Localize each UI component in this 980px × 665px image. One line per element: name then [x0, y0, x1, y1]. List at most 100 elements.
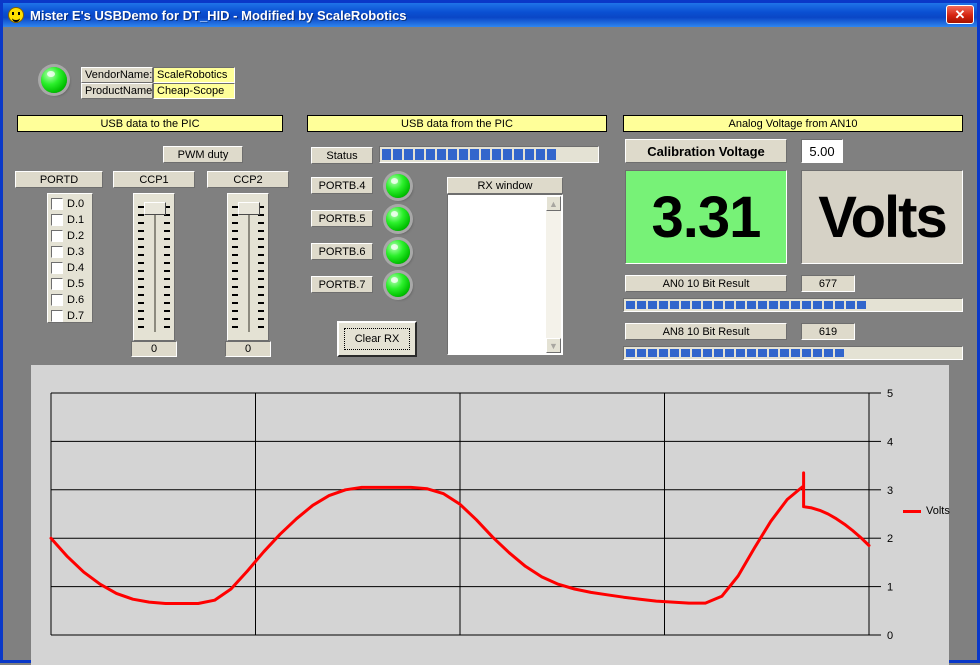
an0-progress-bar	[623, 298, 963, 312]
ccp2-label: CCP2	[207, 171, 289, 188]
progress-chunk	[637, 349, 646, 357]
slider-ticks-left	[138, 206, 144, 334]
progress-chunk	[791, 301, 800, 309]
progress-chunk	[780, 301, 789, 309]
portb4-led	[386, 174, 410, 198]
checkbox-label: D.3	[67, 246, 84, 258]
portb5-led	[386, 207, 410, 231]
checkbox-d0[interactable]	[51, 198, 63, 210]
progress-chunk	[758, 349, 767, 357]
checkbox-d2[interactable]	[51, 230, 63, 242]
voltage-readout: 3.31	[625, 170, 787, 264]
rx-scrollbar[interactable]: ▲ ▼	[546, 196, 561, 353]
rx-window-textarea[interactable]: ▲ ▼	[447, 194, 563, 355]
progress-chunk	[791, 349, 800, 357]
pwm-duty-label: PWM duty	[163, 146, 243, 163]
chart-y-tick-label: 0	[887, 630, 893, 642]
progress-chunk	[714, 349, 723, 357]
progress-chunk	[725, 301, 734, 309]
progress-chunk	[426, 149, 435, 160]
ccp2-slider[interactable]	[227, 193, 269, 341]
list-item[interactable]: D.2	[48, 228, 92, 244]
chart-y-tick-label: 3	[887, 485, 893, 497]
checkbox-d6[interactable]	[51, 294, 63, 306]
progress-chunk	[670, 301, 679, 309]
ccp1-value: 0	[131, 341, 177, 357]
checkbox-d3[interactable]	[51, 246, 63, 258]
ccp1-slider[interactable]	[133, 193, 175, 341]
progress-chunk	[824, 301, 833, 309]
clear-rx-button[interactable]: Clear RX	[337, 321, 417, 357]
status-label: Status	[311, 147, 373, 164]
progress-chunk	[758, 301, 767, 309]
legend-label: Volts	[926, 505, 950, 517]
progress-chunk	[514, 149, 523, 160]
progress-chunk	[659, 301, 668, 309]
vendor-name-value: ScaleRobotics	[153, 67, 235, 83]
list-item[interactable]: D.5	[48, 276, 92, 292]
app-window: Mister E's USBDemo for DT_HID - Modified…	[0, 0, 980, 663]
slider-thumb[interactable]	[238, 202, 260, 215]
progress-chunk	[637, 301, 646, 309]
list-item[interactable]: D.7	[48, 308, 92, 324]
list-item[interactable]: D.3	[48, 244, 92, 260]
checkbox-d7[interactable]	[51, 310, 63, 322]
progress-chunk	[659, 349, 668, 357]
checkbox-label: D.2	[67, 230, 84, 242]
status-progress-bar	[379, 146, 599, 163]
portd-checkbox-group: D.0 D.1 D.2 D.3 D.4 D.5	[47, 193, 93, 323]
list-item[interactable]: D.4	[48, 260, 92, 276]
clear-rx-label: Clear RX	[344, 328, 411, 350]
progress-chunk	[648, 301, 657, 309]
an0-result-label: AN0 10 Bit Result	[625, 275, 787, 292]
portb7-led	[386, 273, 410, 297]
title-bar: Mister E's USBDemo for DT_HID - Modified…	[3, 3, 977, 27]
list-item[interactable]: D.0	[48, 196, 92, 212]
checkbox-d4[interactable]	[51, 262, 63, 274]
progress-chunk	[382, 149, 391, 160]
checkbox-label: D.4	[67, 262, 84, 274]
voltage-units-label: Volts	[801, 170, 963, 264]
an8-result-label: AN8 10 Bit Result	[625, 323, 787, 340]
portb6-led	[386, 240, 410, 264]
progress-chunk	[525, 149, 534, 160]
chevron-up-icon[interactable]: ▲	[546, 196, 561, 211]
an8-progress-bar	[623, 346, 963, 360]
progress-chunk	[681, 301, 690, 309]
progress-chunk	[626, 301, 635, 309]
checkbox-label: D.5	[67, 278, 84, 290]
client-area: VendorName: ScaleRobotics ProductName: C…	[3, 27, 977, 660]
legend-swatch	[903, 510, 921, 513]
slider-thumb[interactable]	[144, 202, 166, 215]
checkbox-label: D.0	[67, 198, 84, 210]
an0-progress-fill	[626, 301, 960, 309]
chart-y-tick-label: 1	[887, 582, 893, 594]
progress-chunk	[470, 149, 479, 160]
status-progress-fill	[382, 149, 596, 160]
progress-chunk	[769, 301, 778, 309]
progress-chunk	[802, 349, 811, 357]
progress-chunk	[835, 349, 844, 357]
panel-title-usb-to-pic: USB data to the PIC	[17, 115, 283, 132]
calibration-voltage-input[interactable]: 5.00	[801, 139, 843, 163]
slider-ticks-left	[232, 206, 238, 334]
list-item[interactable]: D.1	[48, 212, 92, 228]
progress-chunk	[769, 349, 778, 357]
chevron-down-icon[interactable]: ▼	[546, 338, 561, 353]
ccp2-value: 0	[225, 341, 271, 357]
checkbox-d1[interactable]	[51, 214, 63, 226]
progress-chunk	[648, 349, 657, 357]
list-item[interactable]: D.6	[48, 292, 92, 308]
chart-svg: 012345	[31, 365, 949, 665]
ccp1-label: CCP1	[113, 171, 195, 188]
connection-status-led	[41, 67, 67, 93]
portb5-label: PORTB.5	[311, 210, 373, 227]
panel-title-analog-voltage: Analog Voltage from AN10	[623, 115, 963, 132]
checkbox-d5[interactable]	[51, 278, 63, 290]
progress-chunk	[492, 149, 501, 160]
close-icon[interactable]: ✕	[946, 5, 974, 24]
window-title: Mister E's USBDemo for DT_HID - Modified…	[30, 8, 407, 23]
progress-chunk	[670, 349, 679, 357]
portb7-label: PORTB.7	[311, 276, 373, 293]
progress-chunk	[393, 149, 402, 160]
